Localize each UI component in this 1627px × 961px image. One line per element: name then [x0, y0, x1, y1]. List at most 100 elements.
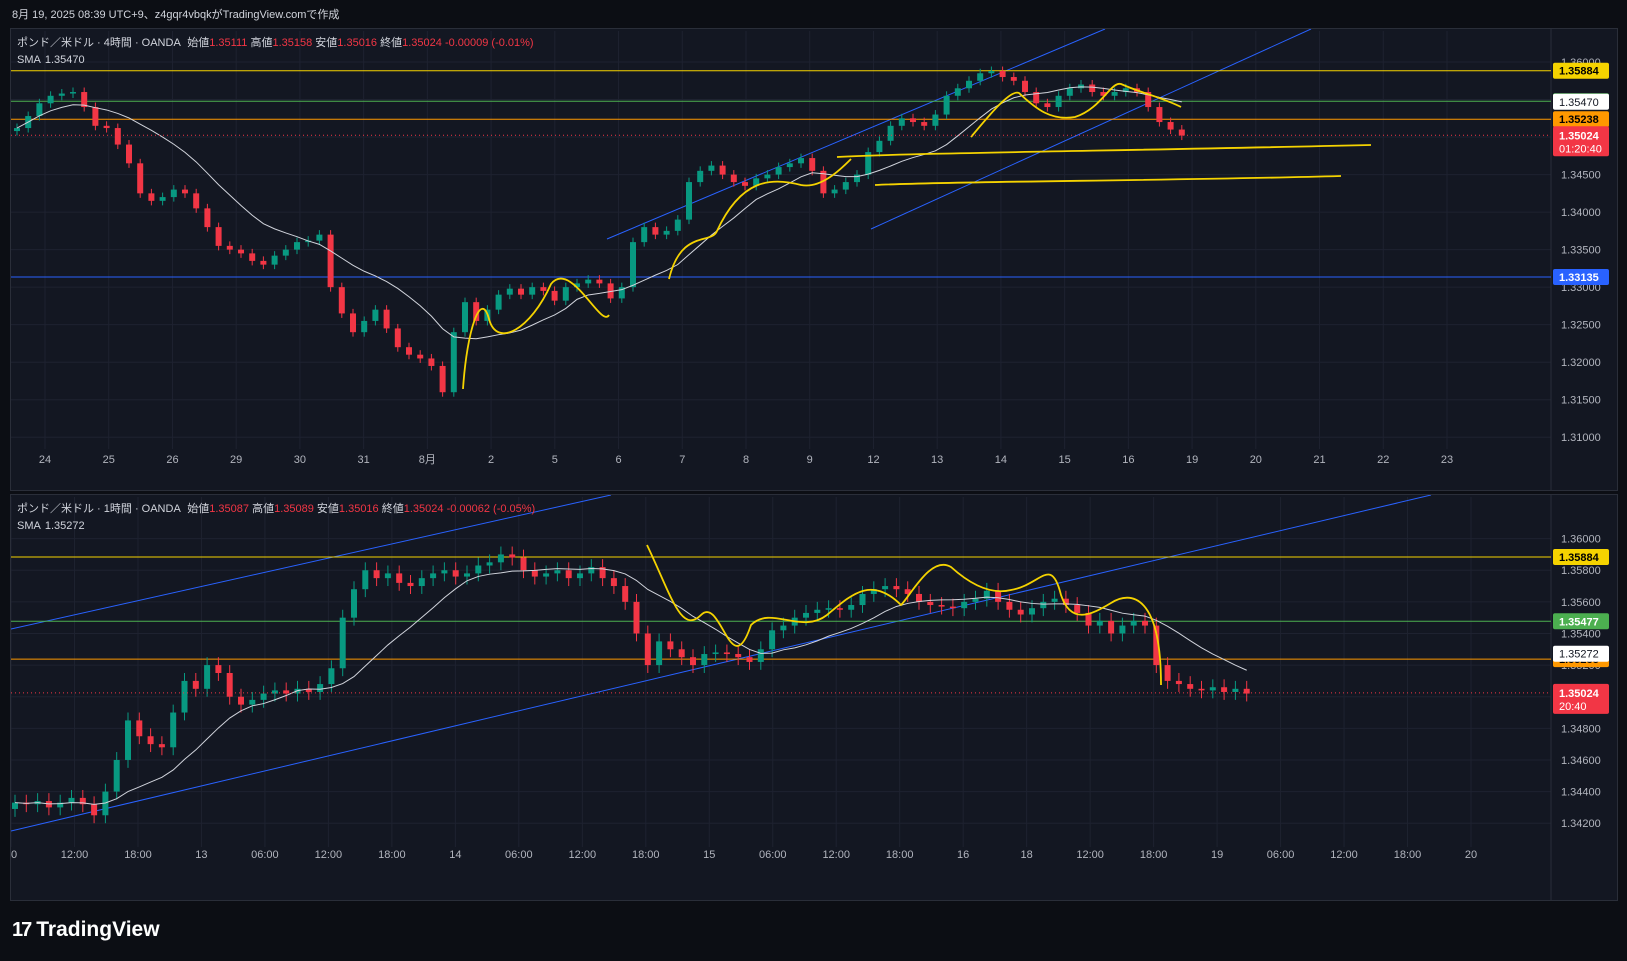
candle-down	[719, 165, 726, 175]
candle-up	[803, 612, 809, 618]
candle-up	[159, 197, 166, 201]
legend-1h: ポンド／米ドル · 1時間 · OANDA 始値1.35087 高値1.3508…	[17, 501, 535, 535]
chart-canvas-1h[interactable]: 1.360001.358001.356001.354001.352001.350…	[11, 495, 1617, 900]
x-tick-label: 18:00	[1394, 849, 1422, 861]
close-value: 1.35024	[403, 503, 444, 515]
x-tick-label: 18:00	[378, 849, 406, 861]
candle-up	[554, 570, 561, 574]
candle-up	[506, 288, 513, 295]
candle-down	[1006, 601, 1013, 610]
chart-canvas-4h[interactable]: 1.360001.355001.350001.345001.340001.335…	[11, 29, 1617, 490]
candle-up	[58, 93, 65, 96]
candle-up	[418, 578, 425, 587]
candle-down	[927, 601, 934, 606]
x-tick-label: 16	[1122, 454, 1134, 466]
candle-up	[972, 598, 979, 602]
candle-up	[47, 95, 54, 104]
x-tick-label: 12:00	[1076, 849, 1104, 861]
countdown-label: 20:40	[1559, 701, 1587, 713]
candle-down	[407, 582, 414, 587]
x-tick-label: 12:00	[569, 849, 597, 861]
chart-pane-4h[interactable]: 1.360001.355001.350001.345001.340001.335…	[10, 28, 1618, 491]
candle-up	[977, 73, 984, 81]
x-tick-label: 6	[615, 454, 621, 466]
y-tick-label: 1.36000	[1561, 534, 1601, 546]
candle-down	[596, 279, 603, 284]
candle-down	[938, 605, 945, 607]
candle-down	[540, 287, 547, 291]
price-level-tag-label: 1.35238	[1559, 114, 1599, 126]
price-level-tag-label: 1.35884	[1559, 66, 1600, 78]
close-value: 1.35024	[402, 37, 442, 49]
candle-down	[746, 657, 753, 662]
candle-down	[396, 573, 403, 583]
candle-up	[316, 234, 323, 241]
candle-up	[943, 95, 950, 115]
candle-down	[644, 633, 651, 666]
candle-down	[921, 122, 928, 126]
candle-down	[667, 641, 674, 650]
x-tick-label: 20	[1465, 849, 1477, 861]
symbol-title[interactable]: ポンド／米ドル · 1時間 · OANDA	[17, 503, 180, 515]
candle-down	[350, 313, 356, 333]
sma-tag-label: 1.35470	[1559, 97, 1599, 109]
candle-up	[641, 227, 648, 243]
candle-up	[825, 608, 832, 610]
candle-down	[338, 287, 345, 314]
y-tick-label: 1.35400	[1561, 628, 1601, 640]
candle-down	[610, 578, 617, 587]
projection-curve	[970, 83, 1182, 138]
candle-down	[204, 208, 211, 228]
candle-down	[126, 144, 132, 164]
x-tick-label: 12:00	[1330, 849, 1358, 861]
candle-down	[137, 163, 144, 194]
candle-up	[271, 690, 278, 694]
candle-up	[430, 573, 437, 579]
sma-label[interactable]: SMA	[17, 54, 41, 66]
y-tick-label: 1.32000	[1561, 357, 1601, 369]
candle-up	[775, 167, 782, 175]
candle-up	[842, 182, 849, 190]
x-tick-label: 12:00	[822, 849, 850, 861]
candle-up	[282, 249, 289, 256]
candle-down	[439, 365, 446, 393]
y-tick-label: 1.35600	[1561, 597, 1601, 609]
y-tick-label: 1.34500	[1561, 170, 1601, 182]
sma-line	[16, 86, 1182, 340]
projection-curve	[646, 544, 1162, 686]
symbol-title[interactable]: ポンド／米ドル · 4時間 · OANDA	[17, 37, 180, 49]
tradingview-logo[interactable]: 17 TradingView	[12, 918, 160, 942]
x-tick-label: 25	[103, 454, 115, 466]
y-tick-label: 1.32500	[1561, 320, 1601, 332]
candle-up	[1232, 688, 1239, 692]
x-tick-label: 15	[1059, 454, 1071, 466]
candle-down	[394, 328, 401, 348]
candle-down	[1017, 609, 1024, 615]
sma-label[interactable]: SMA	[17, 520, 41, 532]
candle-up	[1119, 625, 1126, 634]
candle-up	[961, 601, 968, 609]
sma-value: 1.35470	[44, 54, 85, 66]
candle-up	[786, 163, 793, 168]
candle-up	[876, 140, 883, 153]
candle-down	[551, 290, 558, 301]
countdown-label: 01:20:40	[1559, 143, 1602, 155]
high-label: 高値	[252, 503, 275, 515]
x-tick-label: 06:00	[1267, 849, 1295, 861]
candle-down	[652, 227, 659, 235]
y-tick-label: 1.34800	[1561, 723, 1601, 735]
x-tick-label: 15	[703, 849, 715, 861]
chart-pane-1h[interactable]: 1.360001.358001.356001.354001.352001.350…	[10, 494, 1618, 901]
candle-up	[204, 665, 211, 689]
candle-down	[136, 720, 143, 737]
snapshot-caption: 8月 19, 2025 08:39 UTC+9、z4gqr4vbqkがTradi…	[12, 9, 340, 21]
candle-down	[1089, 84, 1096, 93]
candle-down	[417, 354, 424, 359]
high-label: 高値	[250, 37, 273, 49]
candle-down	[383, 309, 390, 329]
candle-down	[158, 744, 165, 748]
last-price-tag-label: 1.35024	[1559, 688, 1600, 700]
candle-up	[170, 712, 177, 748]
candle-down	[193, 193, 200, 209]
candle-down	[406, 347, 412, 355]
